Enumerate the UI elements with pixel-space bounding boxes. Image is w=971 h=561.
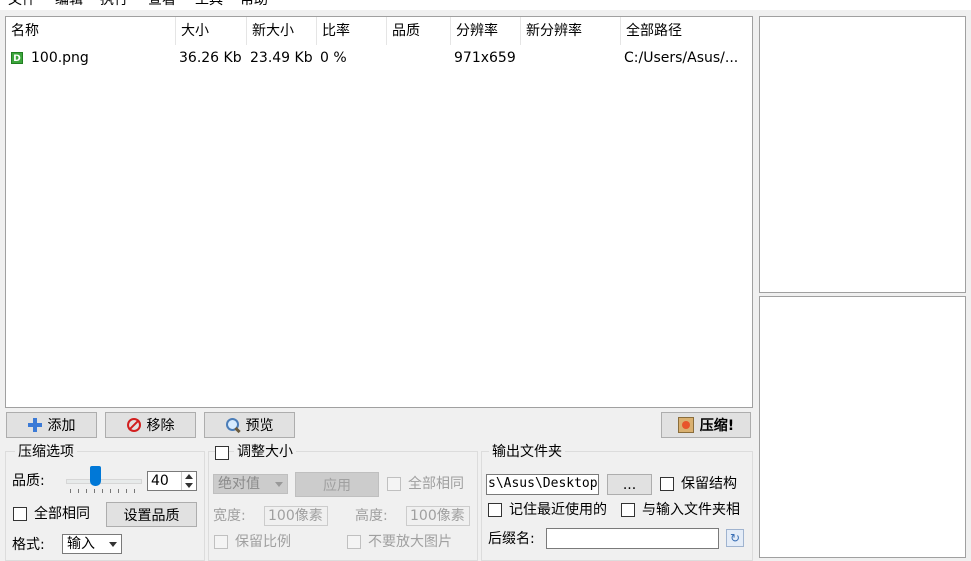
- cell-full-path: C:/Users/Asus/...: [624, 50, 739, 66]
- resize-all-same-checkbox[interactable]: [387, 477, 401, 491]
- original-preview-panel: [759, 16, 966, 293]
- spinner-arrows[interactable]: [181, 472, 196, 490]
- resize-checkbox[interactable]: [215, 446, 229, 460]
- slider-tick: [126, 489, 127, 493]
- column-full-path[interactable]: 全部路径: [621, 17, 753, 45]
- menu-tools[interactable]: 工具: [195, 0, 223, 10]
- resize-mode-select[interactable]: 绝对值: [213, 474, 288, 494]
- slider-tick: [102, 489, 103, 493]
- slider-tick: [110, 489, 111, 493]
- suffix-label: 后缀名:: [488, 531, 535, 547]
- quality-spinner[interactable]: 40: [147, 471, 197, 491]
- quality-label: 品质:: [12, 473, 45, 489]
- output-folder-input[interactable]: s\Asus\Desktop: [486, 474, 599, 495]
- png-file-icon: D: [11, 52, 23, 64]
- menu-bar: 文件 编辑 执行 查看 工具 帮助: [0, 0, 971, 10]
- menu-file[interactable]: 文件: [8, 0, 36, 10]
- prohibited-icon: [126, 418, 141, 432]
- chevron-down-icon: [275, 482, 283, 487]
- refresh-icon[interactable]: ↻: [726, 529, 744, 547]
- cell-resolution: 971x659: [454, 50, 516, 66]
- file-list[interactable]: 名称 大小 新大小 比率 品质 分辨率 新分辨率 全部路径 D 100.png …: [5, 16, 753, 408]
- column-name[interactable]: 名称: [6, 17, 176, 45]
- column-resolution[interactable]: 分辨率: [451, 17, 521, 45]
- height-input[interactable]: 100像素: [406, 506, 470, 526]
- slider-tick: [70, 489, 71, 493]
- menu-edit[interactable]: 编辑: [55, 0, 83, 10]
- browse-button[interactable]: ...: [607, 474, 652, 495]
- column-new-size[interactable]: 新大小: [247, 17, 317, 45]
- preview-button-label: 预览: [245, 418, 274, 434]
- cell-name: 100.png: [31, 50, 89, 66]
- width-label: 宽度:: [213, 508, 246, 524]
- format-select[interactable]: 输入: [62, 534, 122, 554]
- plus-icon: [27, 418, 42, 432]
- same-as-input-label: 与输入文件夹相: [642, 502, 740, 518]
- compress-button[interactable]: 压缩!: [661, 412, 751, 438]
- cell-size: 36.26 Kb: [179, 50, 242, 66]
- chevron-down-icon: [109, 542, 117, 547]
- cell-new-resolution: [524, 48, 621, 68]
- keep-ratio-label: 保留比例: [235, 534, 291, 550]
- spinner-down-icon[interactable]: [185, 483, 193, 488]
- spinner-up-icon[interactable]: [185, 474, 193, 479]
- cell-new-size: 23.49 Kb: [250, 50, 313, 66]
- compress-button-label: 压缩!: [699, 418, 735, 434]
- column-ratio[interactable]: 比率: [317, 17, 387, 45]
- remember-last-label: 记住最近使用的: [509, 502, 607, 518]
- format-value: 输入: [67, 536, 95, 552]
- output-folder-title: 输出文件夹: [489, 444, 565, 460]
- suffix-input[interactable]: [546, 528, 719, 549]
- menu-run[interactable]: 执行: [100, 0, 128, 10]
- remove-button[interactable]: 移除: [105, 412, 196, 438]
- quality-value: 40: [151, 473, 169, 489]
- compress-options-title: 压缩选项: [15, 444, 77, 460]
- remember-last-checkbox[interactable]: [488, 503, 502, 517]
- compressed-preview-panel: [759, 296, 966, 558]
- preview-button[interactable]: 预览: [204, 412, 295, 438]
- cell-quality: [390, 48, 451, 68]
- quality-slider-thumb[interactable]: [90, 466, 101, 486]
- keep-ratio-checkbox[interactable]: [214, 535, 228, 549]
- no-enlarge-checkbox[interactable]: [347, 535, 361, 549]
- column-quality[interactable]: 品质: [387, 17, 451, 45]
- no-enlarge-label: 不要放大图片: [368, 534, 452, 550]
- set-quality-button[interactable]: 设置品质: [106, 502, 197, 527]
- magnifier-icon: [225, 417, 241, 433]
- all-same-quality-label: 全部相同: [34, 506, 90, 522]
- resize-all-same-label: 全部相同: [408, 476, 464, 492]
- slider-tick: [78, 489, 79, 493]
- compress-icon: [677, 417, 694, 433]
- resize-title: 调整大小: [234, 444, 296, 460]
- column-new-resolution[interactable]: 新分辨率: [521, 17, 621, 45]
- column-size[interactable]: 大小: [176, 17, 247, 45]
- slider-tick: [94, 489, 95, 493]
- keep-structure-checkbox[interactable]: [660, 477, 674, 491]
- apply-button[interactable]: 应用: [295, 472, 379, 497]
- cell-ratio: 0 %: [320, 50, 347, 66]
- remove-button-label: 移除: [146, 418, 175, 434]
- menu-view[interactable]: 查看: [148, 0, 176, 10]
- slider-tick: [118, 489, 119, 493]
- slider-tick: [134, 489, 135, 493]
- keep-structure-label: 保留结构: [681, 476, 737, 492]
- slider-tick: [86, 489, 87, 493]
- quality-slider-track[interactable]: [66, 479, 142, 484]
- height-label: 高度:: [355, 508, 388, 524]
- width-input[interactable]: 100像素: [264, 506, 328, 526]
- add-button-label: 添加: [47, 418, 76, 434]
- format-label: 格式:: [12, 537, 45, 553]
- menu-help[interactable]: 帮助: [240, 0, 268, 10]
- resize-mode-value: 绝对值: [218, 476, 260, 492]
- same-as-input-checkbox[interactable]: [621, 503, 635, 517]
- all-same-quality-checkbox[interactable]: [13, 507, 27, 521]
- add-button[interactable]: 添加: [6, 412, 97, 438]
